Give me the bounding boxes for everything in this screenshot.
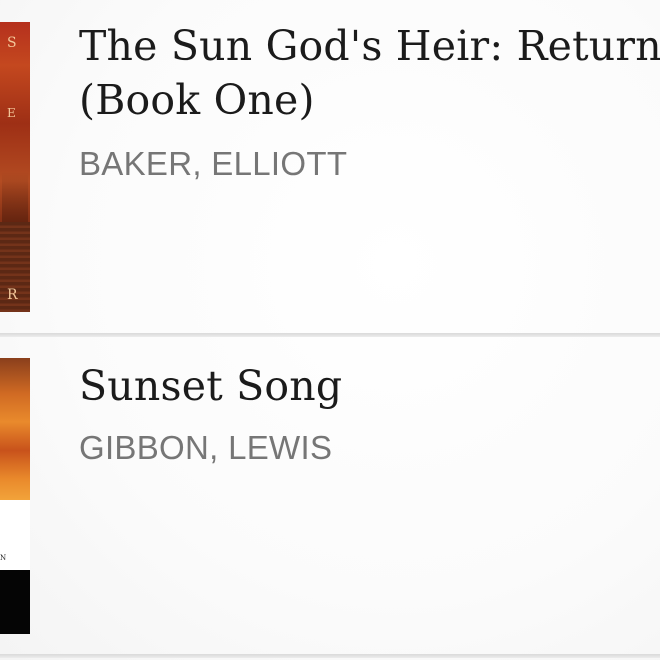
cover-letter: S (7, 35, 17, 51)
book-title[interactable]: The Sun God's Heir: Return (79, 20, 660, 72)
book-cover-image[interactable]: S E R (0, 22, 30, 312)
cover-art-band (0, 570, 30, 634)
list-item-book[interactable]: S E R The Sun God's Heir: Return (Book O… (0, 0, 660, 334)
cover-letter: E (7, 106, 16, 120)
book-cover-image[interactable]: N (0, 358, 30, 634)
row-divider (0, 654, 660, 658)
book-title-continued[interactable]: (Book One) (79, 74, 315, 126)
cover-art-sunset (0, 358, 30, 500)
list-item-book[interactable]: N Sunset Song GIBBON, LEWIS (0, 338, 660, 654)
row-divider (0, 333, 660, 337)
cover-letter: N (0, 554, 7, 562)
book-author: GIBBON, LEWIS (79, 429, 333, 466)
cover-letter: R (7, 287, 18, 303)
book-list: S E R The Sun God's Heir: Return (Book O… (0, 0, 660, 660)
book-title[interactable]: Sunset Song (79, 360, 342, 412)
book-author: BAKER, ELLIOTT (79, 145, 348, 182)
